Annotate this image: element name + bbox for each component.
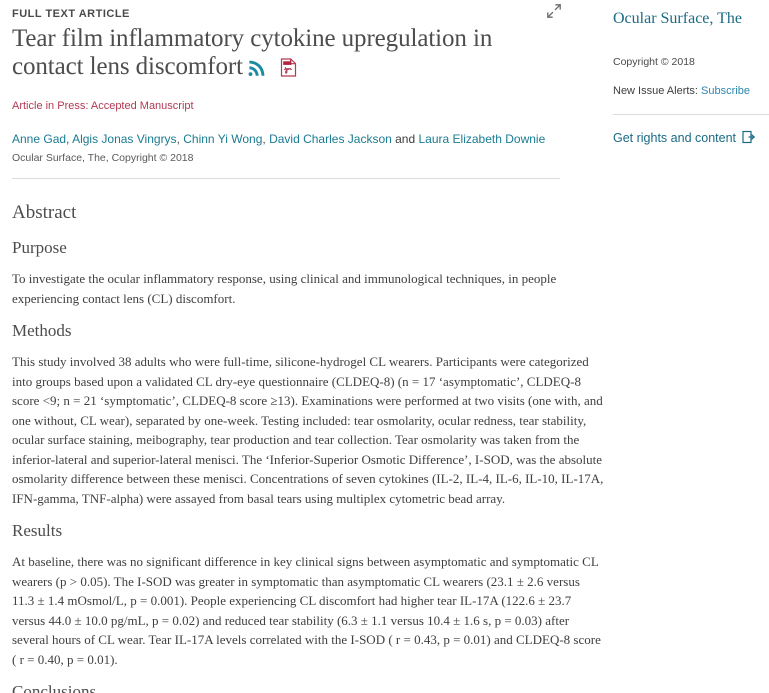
author-link[interactable]: Algis Jonas Vingrys [72, 132, 177, 146]
journal-copyright: Copyright © 2018 [613, 56, 695, 68]
header-divider [12, 178, 560, 180]
section-text-results: At baseline, there was no significant di… [12, 554, 601, 667]
author-list: Anne Gad, Algis Jonas Vingrys, Chinn Yi … [12, 132, 560, 147]
section-heading-purpose: Purpose [12, 238, 67, 258]
article-status: Article in Press: Accepted Manuscript [12, 100, 194, 113]
abstract-heading: Abstract [12, 202, 77, 224]
get-rights-label: Get rights and content [613, 131, 736, 145]
author-link[interactable]: David Charles Jackson [269, 132, 392, 146]
section-heading-conclusions: Conclusions [12, 682, 97, 693]
get-rights-and-content-link[interactable]: Get rights and content [613, 130, 756, 148]
subscribe-link[interactable]: Subscribe [701, 85, 750, 97]
sidebar-divider [613, 114, 769, 115]
author-sep: and [391, 132, 419, 147]
author-link[interactable]: Laura Elizabeth Downie [419, 132, 546, 146]
source-citation: Ocular Surface, The, Copyright © 2018 [12, 152, 194, 165]
page-title: Tear film inflammatory cytokine upregula… [12, 25, 560, 84]
title-icon-group [243, 55, 297, 84]
article-page: FULL TEXT ARTICLE Tear film inflammatory… [0, 0, 769, 693]
rss-icon[interactable] [248, 56, 267, 84]
author-link[interactable]: Anne Gad [12, 132, 66, 146]
section-heading-results: Results [12, 521, 63, 541]
author-link[interactable]: Chinn Yi Wong [183, 132, 262, 146]
section-text-purpose: To investigate the ocular inflammatory r… [12, 271, 557, 306]
external-link-icon [742, 130, 756, 148]
journal-title[interactable]: Ocular Surface, The [613, 9, 761, 29]
section-text-methods: This study involved 38 adults who were f… [12, 354, 604, 506]
expand-icon[interactable] [545, 2, 563, 20]
new-issue-alerts: New Issue Alerts: Subscribe [613, 84, 761, 98]
sidebar: Ocular Surface, The Copyright © 2018 New… [600, 0, 769, 148]
new-issue-alerts-label: New Issue Alerts: [613, 85, 698, 97]
main-content-column: FULL TEXT ARTICLE Tear film inflammatory… [0, 0, 603, 693]
section-heading-methods: Methods [12, 321, 72, 341]
full-text-article-label: FULL TEXT ARTICLE [12, 8, 130, 20]
pdf-icon[interactable] [280, 56, 297, 84]
